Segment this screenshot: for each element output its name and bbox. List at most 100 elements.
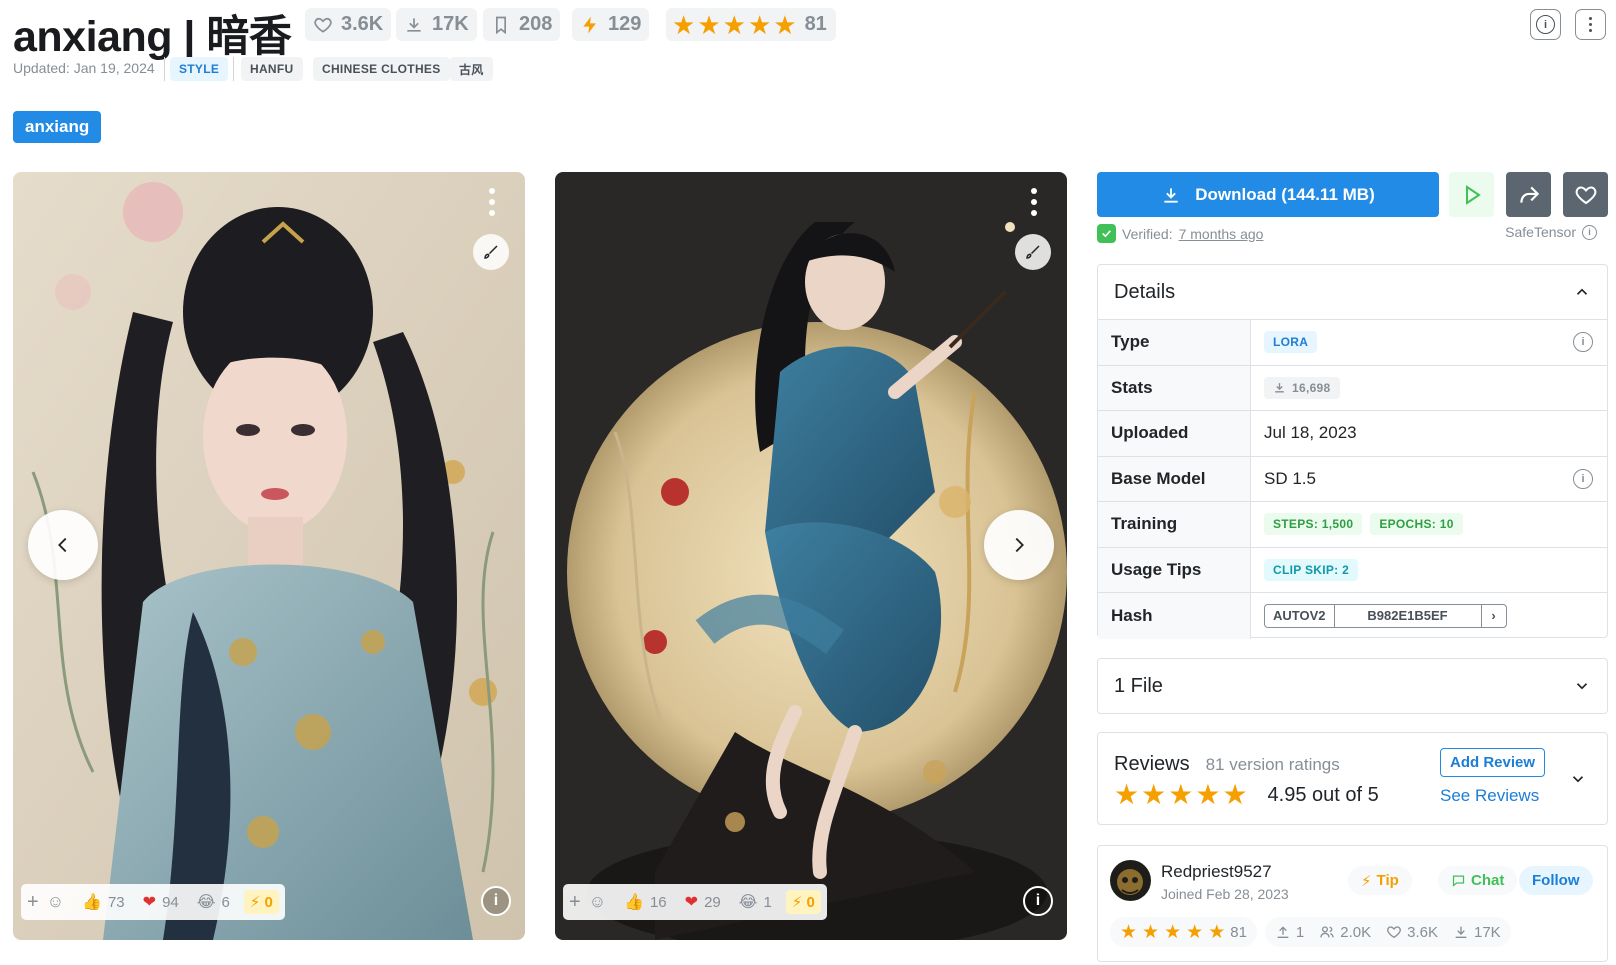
gallery-image-2[interactable]: + ☺ 👍 16 ❤ 29 😂 1 ⚡ 0 i: [555, 172, 1067, 940]
chevron-right-icon: [1015, 537, 1024, 553]
creator-name[interactable]: Redpriest9527: [1161, 862, 1272, 882]
remix-brush-button[interactable]: [1015, 234, 1051, 270]
laugh-icon: 😂: [196, 894, 216, 911]
tag-chinese-clothes[interactable]: CHINESE CLOTHES: [313, 57, 450, 81]
share-button[interactable]: [1506, 172, 1551, 217]
verified-time-link[interactable]: 7 months ago: [1179, 226, 1264, 242]
divider: [164, 57, 165, 81]
chevron-down-icon: [1576, 683, 1588, 690]
detail-row-stats: Stats 16,698: [1098, 365, 1607, 411]
bolt-icon: [583, 16, 596, 33]
tag-hanfu[interactable]: HANFU: [241, 57, 303, 81]
add-reaction-icon[interactable]: +: [27, 891, 39, 914]
run-button[interactable]: [1449, 172, 1494, 217]
files-panel[interactable]: 1 File: [1097, 658, 1608, 714]
hash-value[interactable]: B982E1B5EF: [1335, 604, 1482, 627]
download-icon: [1164, 187, 1178, 203]
add-review-button[interactable]: Add Review: [1440, 748, 1546, 777]
image-info-button[interactable]: i: [1023, 886, 1053, 916]
star-icon: ★: [672, 9, 696, 40]
star-icon: ★: [1186, 921, 1204, 943]
epochs-badge: EPOCHS: 10: [1370, 513, 1463, 536]
buzz-tip-button[interactable]: ⚡ 0: [785, 890, 821, 914]
heart-icon: [1387, 926, 1402, 939]
bolt-icon: ⚡: [1361, 872, 1372, 890]
reviews-subtitle: 81 version ratings: [1205, 755, 1340, 774]
reaction-count: 6: [221, 893, 230, 911]
buzz-tip-button[interactable]: ⚡ 0: [243, 890, 279, 914]
hash-algo[interactable]: AUTOV2: [1265, 604, 1335, 627]
follow-button[interactable]: Follow: [1519, 866, 1593, 895]
image-menu-icon[interactable]: [487, 188, 497, 216]
downloads-value: 16,698: [1292, 380, 1331, 395]
reaction-count: 94: [162, 893, 179, 911]
reaction-laugh[interactable]: 😂 6: [197, 892, 230, 912]
avatar[interactable]: [1110, 860, 1151, 901]
thumbs-up-icon: 👍: [624, 894, 644, 911]
rating-stat[interactable]: ★ ★ ★ ★ ★ 81: [666, 8, 836, 41]
brush-icon: [1026, 245, 1040, 259]
reaction-count: 1: [763, 893, 772, 911]
info-icon: i: [493, 892, 499, 909]
reviews-panel: Reviews 81 version ratings ★ ★ ★ ★ ★ 4.9…: [1097, 732, 1608, 825]
detail-label: Type: [1098, 320, 1251, 365]
chat-button[interactable]: Chat: [1438, 866, 1518, 895]
reaction-heart[interactable]: ❤ 94: [143, 892, 179, 912]
chevron-right-icon[interactable]: ›: [1482, 605, 1506, 627]
see-reviews-link[interactable]: See Reviews: [1440, 786, 1539, 806]
likes-count: 3.6K: [341, 13, 384, 35]
tip-button[interactable]: ⚡ Tip: [1348, 866, 1412, 895]
image-menu-icon[interactable]: [1029, 188, 1039, 216]
add-reaction-icon[interactable]: +: [569, 891, 581, 914]
smile-icon[interactable]: ☺: [589, 892, 606, 912]
gallery-image-1[interactable]: + ☺ 👍 73 ❤ 94 😂 6 ⚡ 0 i: [13, 172, 525, 940]
star-icon: ★: [1164, 921, 1182, 943]
remix-brush-button[interactable]: [473, 234, 509, 270]
image-info-button[interactable]: i: [481, 886, 511, 916]
star-icon: ★: [747, 9, 772, 40]
info-icon[interactable]: i: [1573, 468, 1593, 489]
reaction-bar: + ☺ 👍 73 ❤ 94 😂 6 ⚡ 0: [21, 884, 285, 920]
reaction-thumbs[interactable]: 👍 73: [82, 892, 125, 912]
reaction-laugh[interactable]: 😂 1: [739, 892, 772, 912]
more-menu-button[interactable]: [1575, 9, 1606, 40]
uploads-count: 1: [1295, 923, 1305, 941]
favorite-button[interactable]: [1563, 172, 1608, 217]
smile-icon[interactable]: ☺: [47, 892, 64, 912]
detail-label: Training: [1098, 502, 1251, 547]
bookmarks-stat[interactable]: 208: [483, 8, 561, 41]
tag-gufeng[interactable]: 古风: [450, 57, 493, 81]
reviews-rating: ★ ★ ★ ★ ★ 4.95 out of 5: [1114, 781, 1379, 809]
star-icon: ★: [1195, 779, 1221, 810]
download-label: Download (144.11 MB): [1195, 184, 1375, 204]
info-button[interactable]: i: [1530, 9, 1561, 40]
type-badge: LORA: [1264, 331, 1318, 354]
thumbs-up-icon: 👍: [82, 894, 102, 911]
star-icon: ★: [1142, 921, 1160, 943]
chevron-left-icon: [58, 537, 67, 553]
next-image-button[interactable]: [984, 510, 1054, 580]
reaction-thumbs[interactable]: 👍 16: [624, 892, 667, 912]
updated-date: Updated: Jan 19, 2024: [13, 60, 155, 76]
buzz-stat[interactable]: 129: [572, 8, 650, 41]
star-icon: ★: [722, 9, 746, 40]
hash-box[interactable]: AUTOV2 B982E1B5EF ›: [1264, 603, 1507, 628]
reaction-heart[interactable]: ❤ 29: [685, 892, 721, 912]
info-icon[interactable]: i: [1573, 332, 1593, 353]
heart-icon: [314, 17, 332, 33]
rating-count: 81: [804, 13, 827, 35]
star-icon: ★: [1168, 779, 1194, 810]
creator-rating-count: 81: [1230, 923, 1247, 941]
detail-row-training: Training STEPS: 1,500 EPOCHS: 10: [1098, 502, 1607, 548]
prev-image-button[interactable]: [28, 510, 98, 580]
tag-style[interactable]: STYLE: [170, 57, 229, 81]
details-header[interactable]: Details: [1098, 265, 1607, 319]
info-icon: i: [1035, 892, 1041, 909]
info-icon[interactable]: i: [1582, 224, 1597, 240]
download-button[interactable]: Download (144.11 MB): [1097, 172, 1439, 217]
files-title: 1 File: [1114, 674, 1163, 697]
trigger-word-badge[interactable]: anxiang: [13, 111, 102, 143]
chevron-down-icon[interactable]: [1569, 770, 1587, 788]
bolt-icon: ⚡: [249, 894, 261, 911]
dots-vertical-icon: [1589, 17, 1592, 32]
